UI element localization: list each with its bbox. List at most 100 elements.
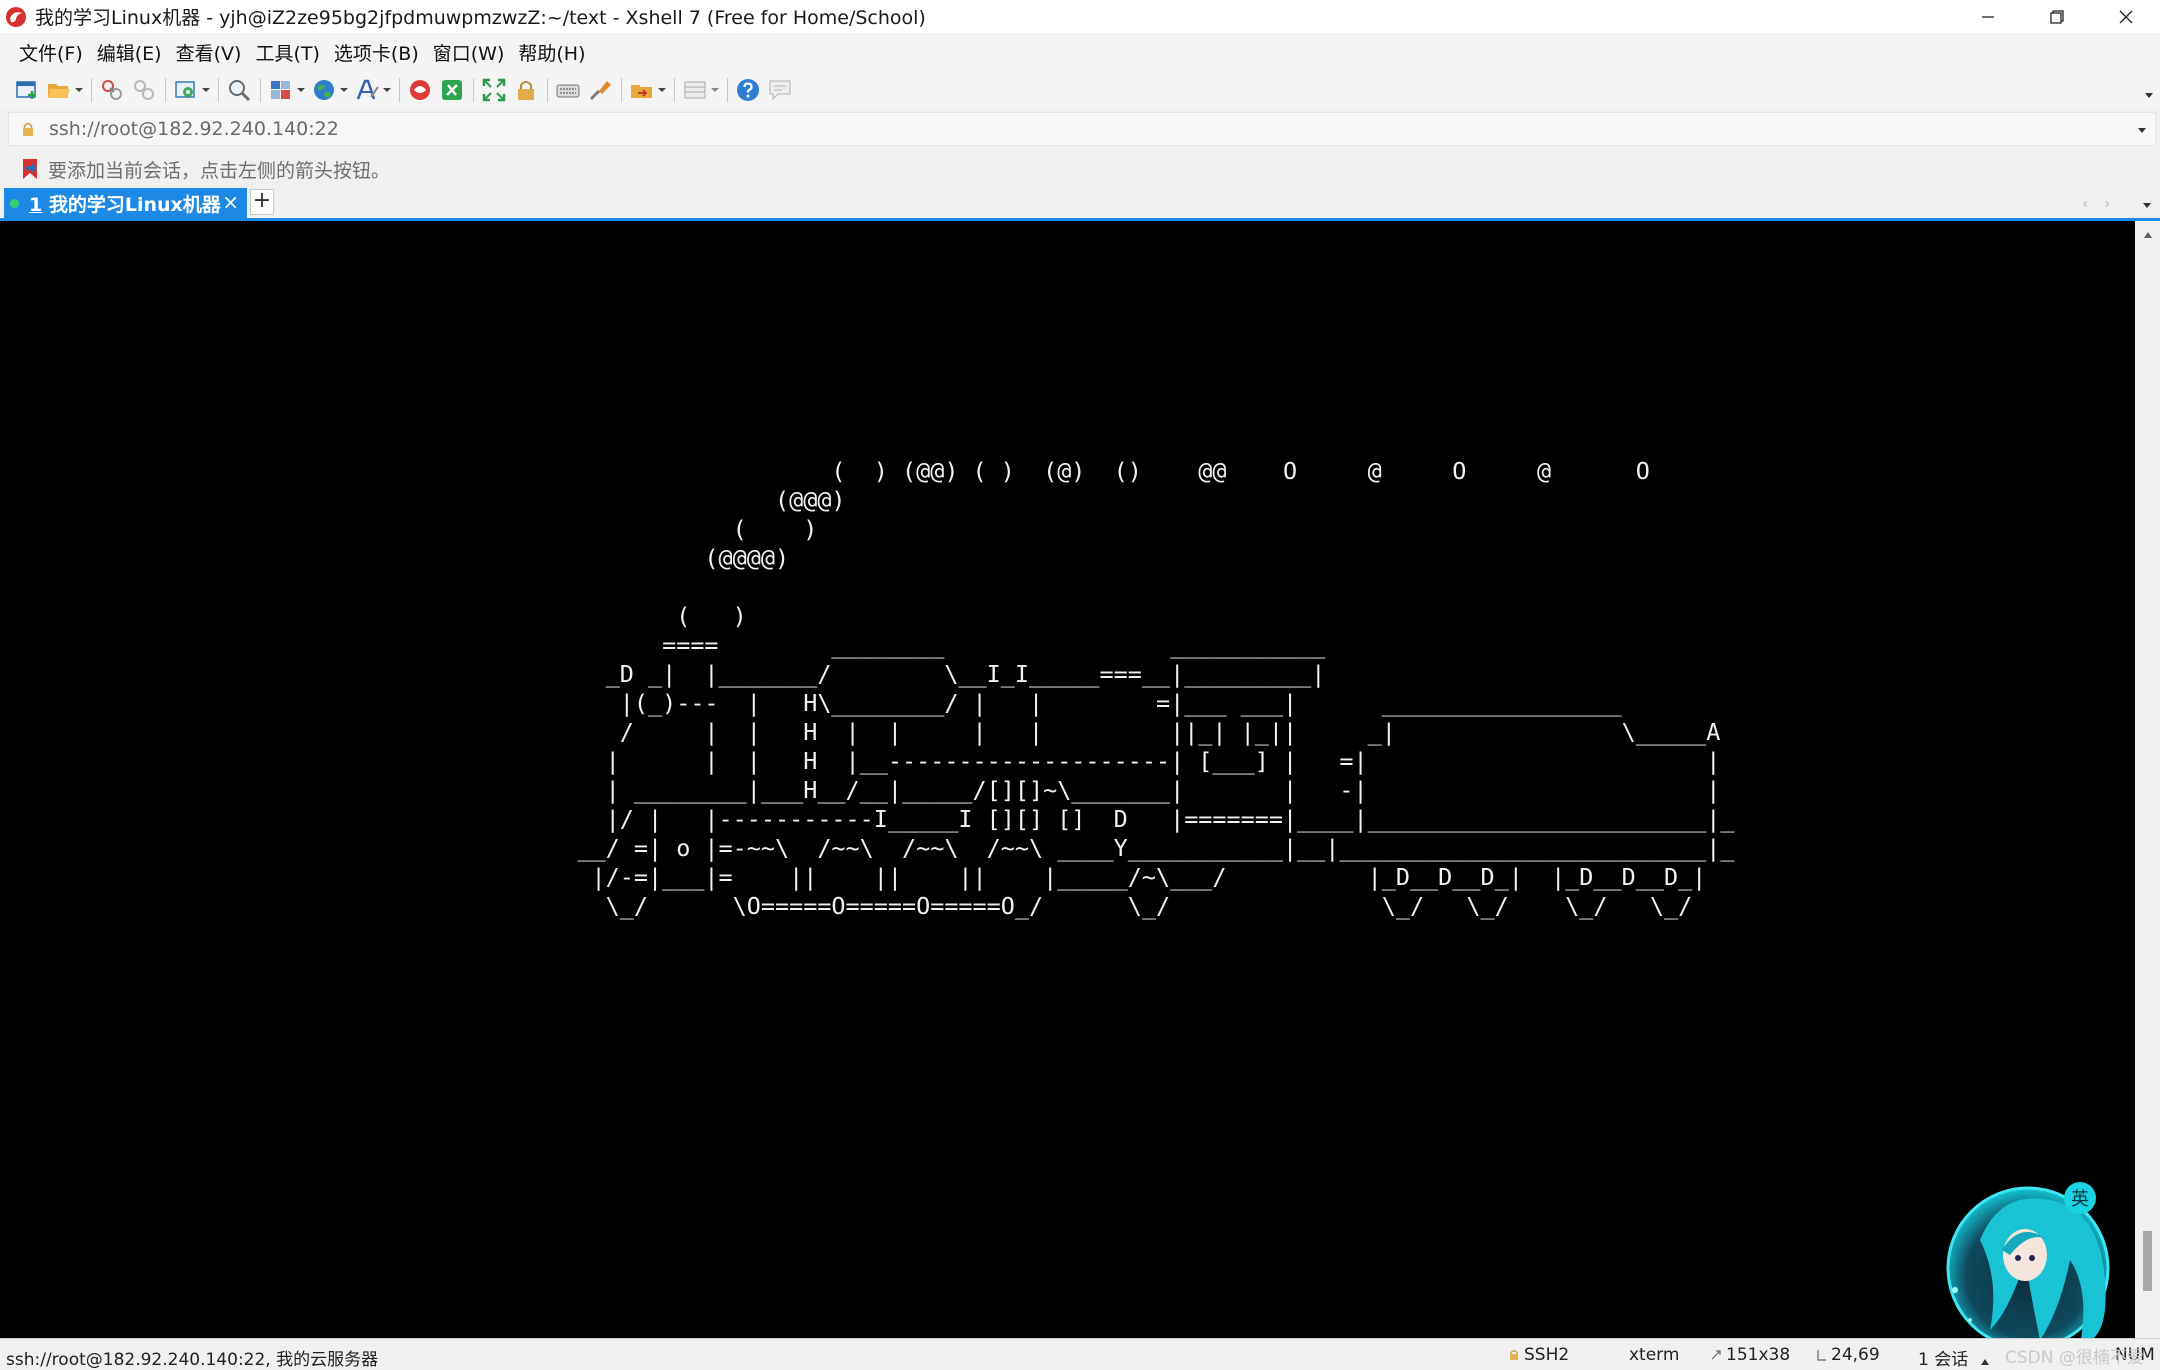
status-connection: ssh://root@182.92.240.140:22, 我的云服务器 <box>6 1350 379 1370</box>
window-title: 我的学习Linux机器 - yjh@iZ2ze95bg2jfpdmuwpmzwz… <box>35 7 926 29</box>
tab-close-button[interactable]: × <box>222 191 239 213</box>
scroll-up-arrow-icon[interactable] <box>2143 231 2153 239</box>
help-button[interactable] <box>735 75 761 105</box>
bookmark-arrow-icon[interactable] <box>20 158 40 180</box>
address-bar <box>8 112 2156 146</box>
dropdown-arrow-icon <box>202 88 210 92</box>
disconnect-icon <box>134 80 154 100</box>
tab-list-dropdown-icon[interactable] <box>2142 201 2152 209</box>
transfer-button[interactable] <box>629 75 666 105</box>
help-icon <box>737 79 759 101</box>
disconnect-button[interactable] <box>131 75 157 105</box>
toolbar-separator <box>473 78 474 102</box>
session-hint-bar: 要添加当前会话，点击左侧的箭头按钮。 <box>0 150 2160 188</box>
add-tab-button[interactable]: + <box>250 189 274 215</box>
menu-view[interactable]: 查看(V) <box>169 39 249 66</box>
connect-button[interactable] <box>99 75 125 105</box>
xftp-button[interactable] <box>407 75 433 105</box>
menu-file[interactable]: 文件(F) <box>12 39 90 66</box>
font-button[interactable] <box>354 75 391 105</box>
xmanager-icon <box>442 80 462 100</box>
status-sessions-label: 1 会话 <box>1918 1350 1969 1370</box>
menu-help[interactable]: 帮助(H) <box>511 39 592 66</box>
title-bar: 我的学习Linux机器 - yjh@iZ2ze95bg2jfpdmuwpmzwz… <box>0 0 2160 33</box>
minimize-icon <box>1981 15 1994 18</box>
status-size-label: 151x38 <box>1726 1345 1791 1365</box>
resize-icon <box>1711 1350 1721 1360</box>
maximize-icon <box>2049 9 2064 24</box>
compose-button[interactable] <box>682 75 719 105</box>
status-size: 151x38 <box>1710 1345 1790 1365</box>
compose-icon <box>684 81 706 99</box>
close-button[interactable] <box>2091 0 2160 33</box>
lock-button[interactable] <box>513 75 539 105</box>
fullscreen-button[interactable] <box>481 75 507 105</box>
mascot-avatar[interactable]: 英 <box>1930 1170 2160 1350</box>
menu-tools[interactable]: 工具(T) <box>248 39 326 66</box>
find-button[interactable] <box>226 75 252 105</box>
terminal-output: ( ) (@@) ( ) (@) () @@ O @ O @ O (@@@) (… <box>577 457 1735 920</box>
new-session-icon <box>16 81 36 99</box>
chat-icon <box>769 80 791 101</box>
svg-text:英: 英 <box>2071 1189 2089 1210</box>
tab-scroll-arrows[interactable]: ‹ › <box>2082 196 2116 212</box>
address-input[interactable] <box>49 118 2099 140</box>
dropdown-arrow-icon <box>340 88 348 92</box>
highlight-button[interactable] <box>587 75 613 105</box>
toolbar-separator <box>91 78 92 102</box>
toolbar-separator <box>218 78 219 102</box>
open-session-button[interactable] <box>46 75 83 105</box>
toolbar-overflow-icon[interactable] <box>2144 91 2154 99</box>
status-term: xterm <box>1629 1345 1680 1365</box>
status-sessions[interactable]: 1 会话 <box>1918 1345 1994 1370</box>
tab-bar: 1 我的学习Linux机器 × + ‹ › <box>0 188 2160 221</box>
toolbar-separator <box>674 78 675 102</box>
menu-tab[interactable]: 选项卡(B) <box>327 39 426 66</box>
status-protocol-label: SSH2 <box>1524 1345 1570 1365</box>
menu-edit[interactable]: 编辑(E) <box>90 39 169 66</box>
status-cursor-label: 24,69 <box>1831 1345 1880 1365</box>
watermark: CSDN @很楠不爱 <box>2005 1348 2144 1368</box>
font-icon <box>356 79 379 100</box>
window-controls <box>1953 0 2160 33</box>
close-icon <box>2119 10 2132 23</box>
dropdown-arrow-icon <box>297 88 305 92</box>
toolbar-separator <box>399 78 400 102</box>
properties-icon <box>175 81 195 98</box>
tab-title: 我的学习Linux机器 <box>42 193 221 216</box>
menu-window[interactable]: 窗口(W) <box>426 39 512 66</box>
tab-label: 1 我的学习Linux机器 <box>29 190 221 217</box>
protocol-lock-icon <box>1510 1350 1518 1360</box>
address-lock-icon <box>23 122 33 136</box>
dropdown-arrow-icon <box>75 88 83 92</box>
toolbar-separator <box>260 78 261 102</box>
minimize-button[interactable] <box>1953 0 2022 33</box>
keyboard-icon <box>556 84 580 98</box>
connect-icon <box>102 80 122 100</box>
tab-number: 1 <box>29 193 43 216</box>
keyboard-button[interactable] <box>555 75 581 105</box>
tab-session[interactable]: 1 我的学习Linux机器 × <box>4 188 247 218</box>
status-protocol: SSH2 <box>1508 1345 1569 1365</box>
menu-bar: 文件(F) 编辑(E) 查看(V) 工具(T) 选项卡(B) 窗口(W) 帮助(… <box>0 33 2160 71</box>
terminal-area[interactable]: ( ) (@@) ( ) (@) () @@ O @ O @ O (@@@) (… <box>0 221 2135 1338</box>
dropdown-arrow-icon <box>658 88 666 92</box>
toolbar-separator <box>727 78 728 102</box>
session-hint-text: 要添加当前会话，点击左侧的箭头按钮。 <box>48 159 391 182</box>
encoding-button[interactable] <box>311 75 348 105</box>
globe-icon <box>314 80 334 100</box>
open-folder-icon <box>48 84 70 98</box>
chat-button[interactable] <box>767 75 793 105</box>
layout-button[interactable] <box>268 75 305 105</box>
dropdown-arrow-icon <box>711 88 719 92</box>
properties-button[interactable] <box>173 75 210 105</box>
toolbar-separator <box>547 78 548 102</box>
xmanager-button[interactable] <box>439 75 465 105</box>
maximize-button[interactable] <box>2022 0 2091 33</box>
toolbar-separator <box>621 78 622 102</box>
new-session-button[interactable] <box>14 75 40 105</box>
address-history-dropdown-icon[interactable] <box>2137 126 2147 134</box>
status-cursor: 24,69 <box>1815 1345 1880 1365</box>
sessions-dropdown-icon <box>1980 1359 1989 1365</box>
connection-status-dot <box>10 198 19 208</box>
